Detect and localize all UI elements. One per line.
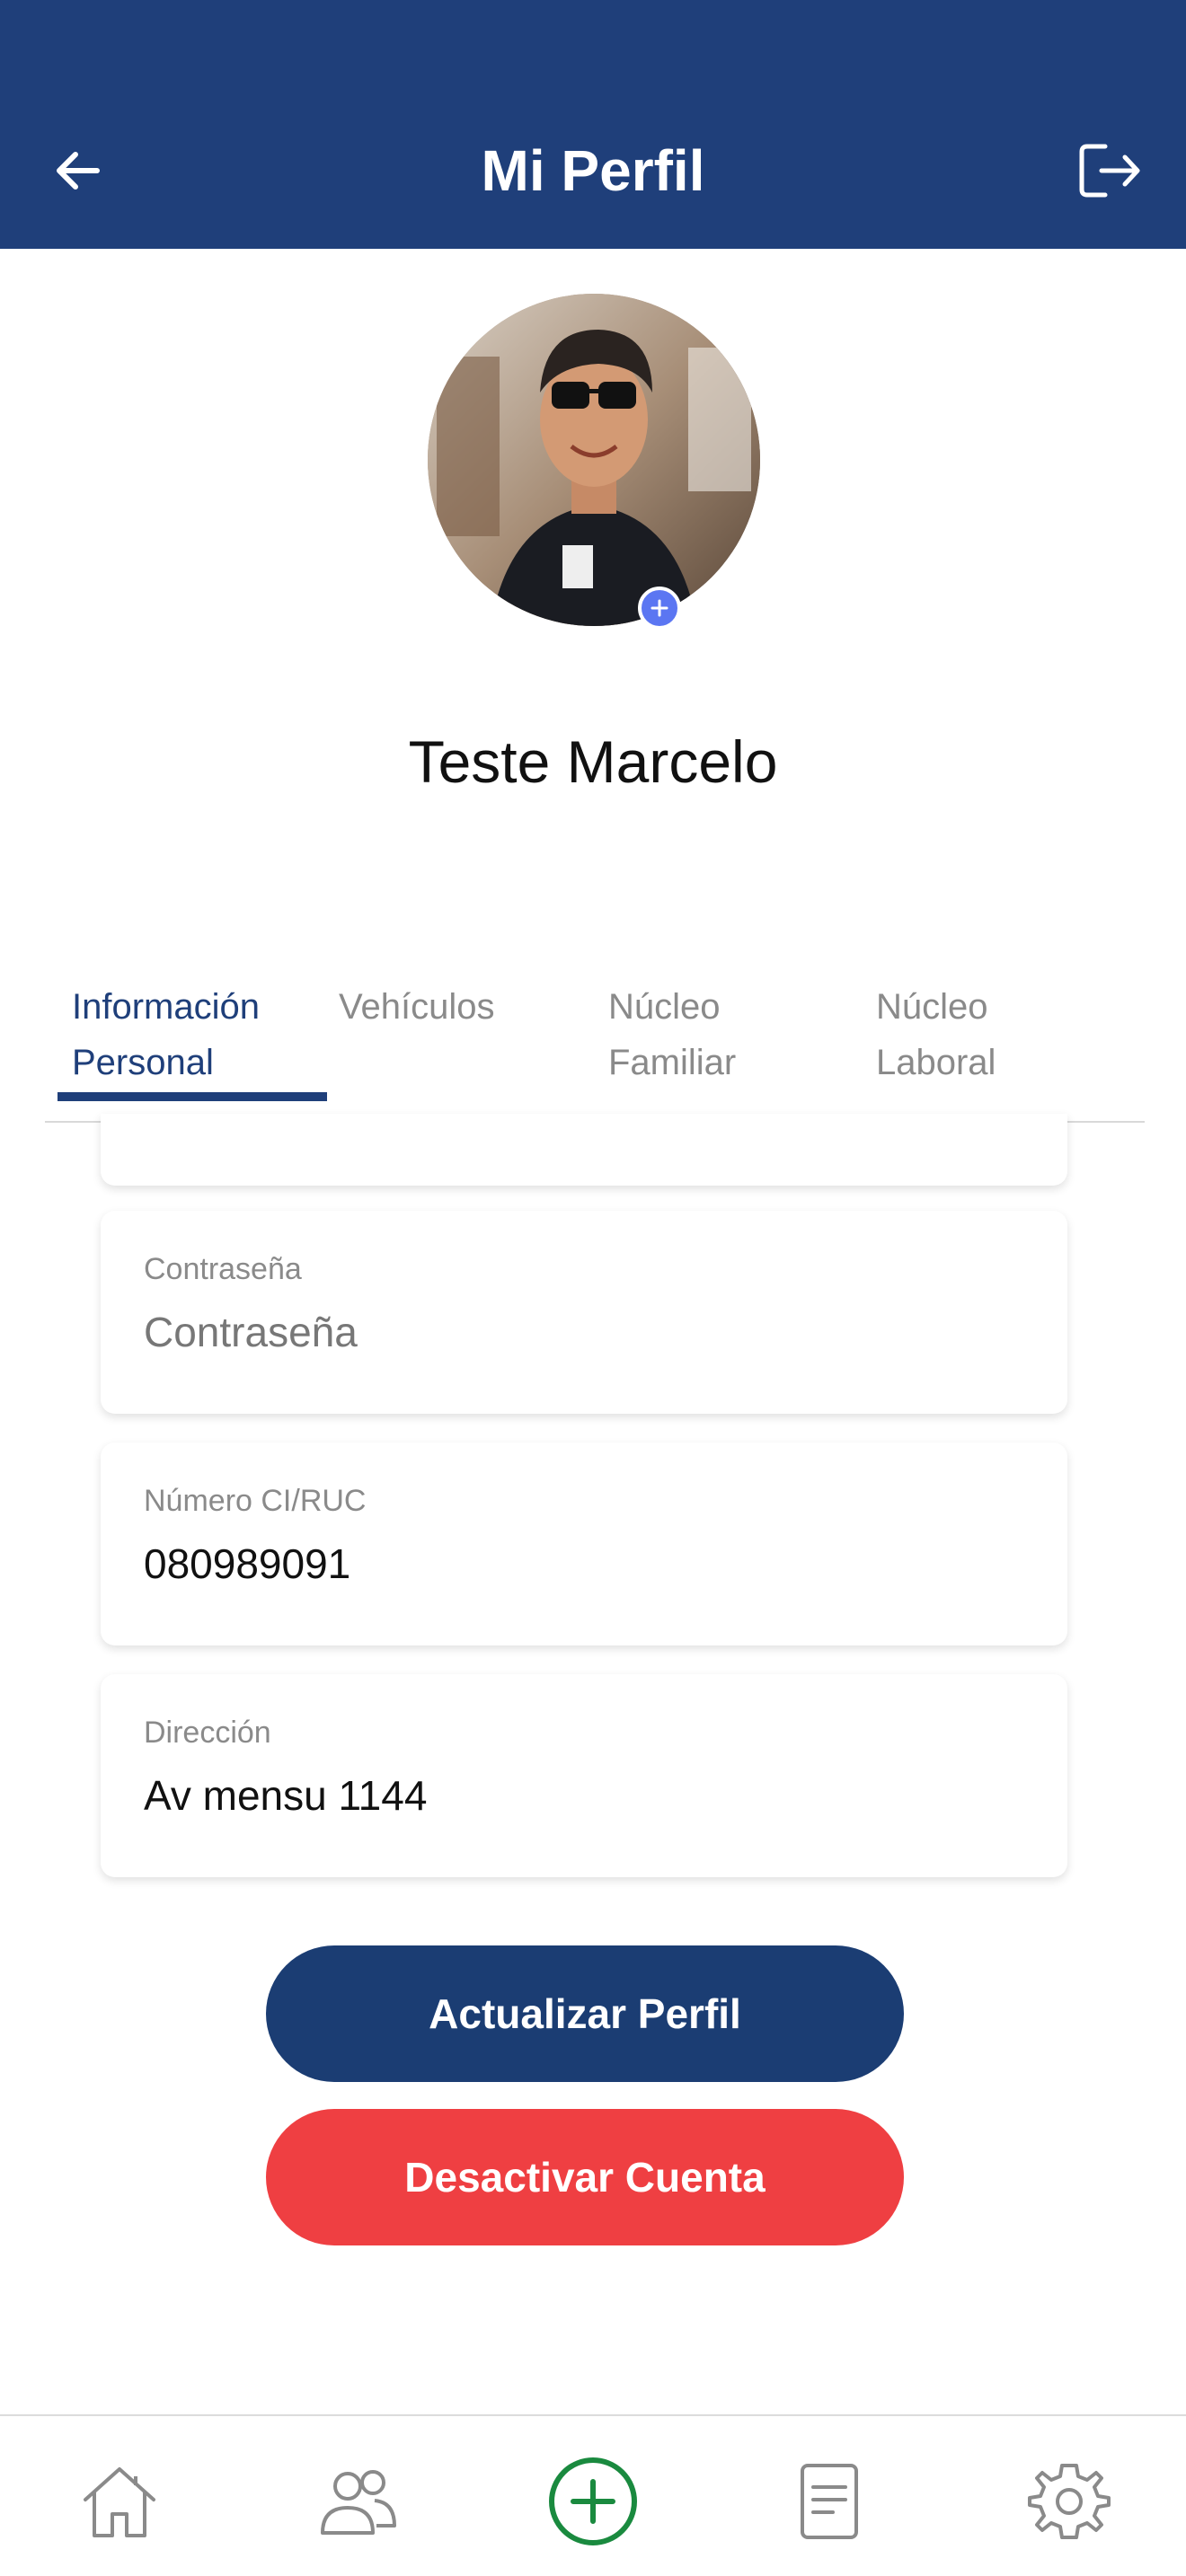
- active-tab-indicator: [58, 1092, 327, 1101]
- bottom-navigation: [0, 2414, 1186, 2576]
- logout-button[interactable]: [1071, 135, 1152, 207]
- address-label: Dirección: [144, 1716, 271, 1750]
- tab-vehiculos[interactable]: Vehículos: [339, 979, 494, 1035]
- settings-icon: [1028, 2464, 1111, 2539]
- ci-ruc-input[interactable]: [144, 1539, 1024, 1588]
- password-field-card: Contraseña: [101, 1211, 1067, 1414]
- nav-documents[interactable]: [780, 2452, 879, 2551]
- ci-ruc-field-card: Número CI/RUC: [101, 1442, 1067, 1645]
- tab-informacion-personal[interactable]: Información Personal: [72, 979, 260, 1090]
- nav-home[interactable]: [70, 2452, 169, 2551]
- address-input[interactable]: [144, 1771, 1024, 1820]
- tab-nucleo-familiar[interactable]: Núcleo Familiar: [608, 979, 736, 1090]
- home-icon: [84, 2467, 155, 2537]
- ci-ruc-label: Número CI/RUC: [144, 1484, 367, 1518]
- user-name: Teste Marcelo: [408, 728, 778, 795]
- top-app-bar: Mi Perfil: [0, 0, 1186, 249]
- nav-settings[interactable]: [1020, 2452, 1119, 2551]
- change-photo-button[interactable]: [638, 587, 681, 630]
- avatar[interactable]: [428, 294, 760, 626]
- update-profile-button[interactable]: Actualizar Perfil: [266, 1945, 904, 2082]
- profile-tabs: Información Personal Vehículos Núcleo Fa…: [45, 970, 1145, 1123]
- logout-icon: [1079, 144, 1140, 198]
- password-label: Contraseña: [144, 1252, 302, 1286]
- nav-add[interactable]: [544, 2452, 642, 2551]
- address-field-card: Dirección: [101, 1674, 1067, 1877]
- nav-users[interactable]: [307, 2452, 406, 2551]
- document-icon: [801, 2464, 858, 2539]
- password-input[interactable]: [144, 1308, 1024, 1356]
- deactivate-account-button[interactable]: Desactivar Cuenta: [266, 2109, 904, 2245]
- users-icon: [321, 2470, 396, 2535]
- add-circle-icon: [549, 2457, 637, 2545]
- page-title: Mi Perfil: [481, 138, 705, 203]
- avatar-container: [428, 294, 760, 630]
- plus-icon: [651, 599, 668, 617]
- tab-nucleo-laboral[interactable]: Núcleo Laboral: [876, 979, 996, 1090]
- previous-field-card: [101, 1114, 1067, 1186]
- avatar-photo: [428, 294, 760, 626]
